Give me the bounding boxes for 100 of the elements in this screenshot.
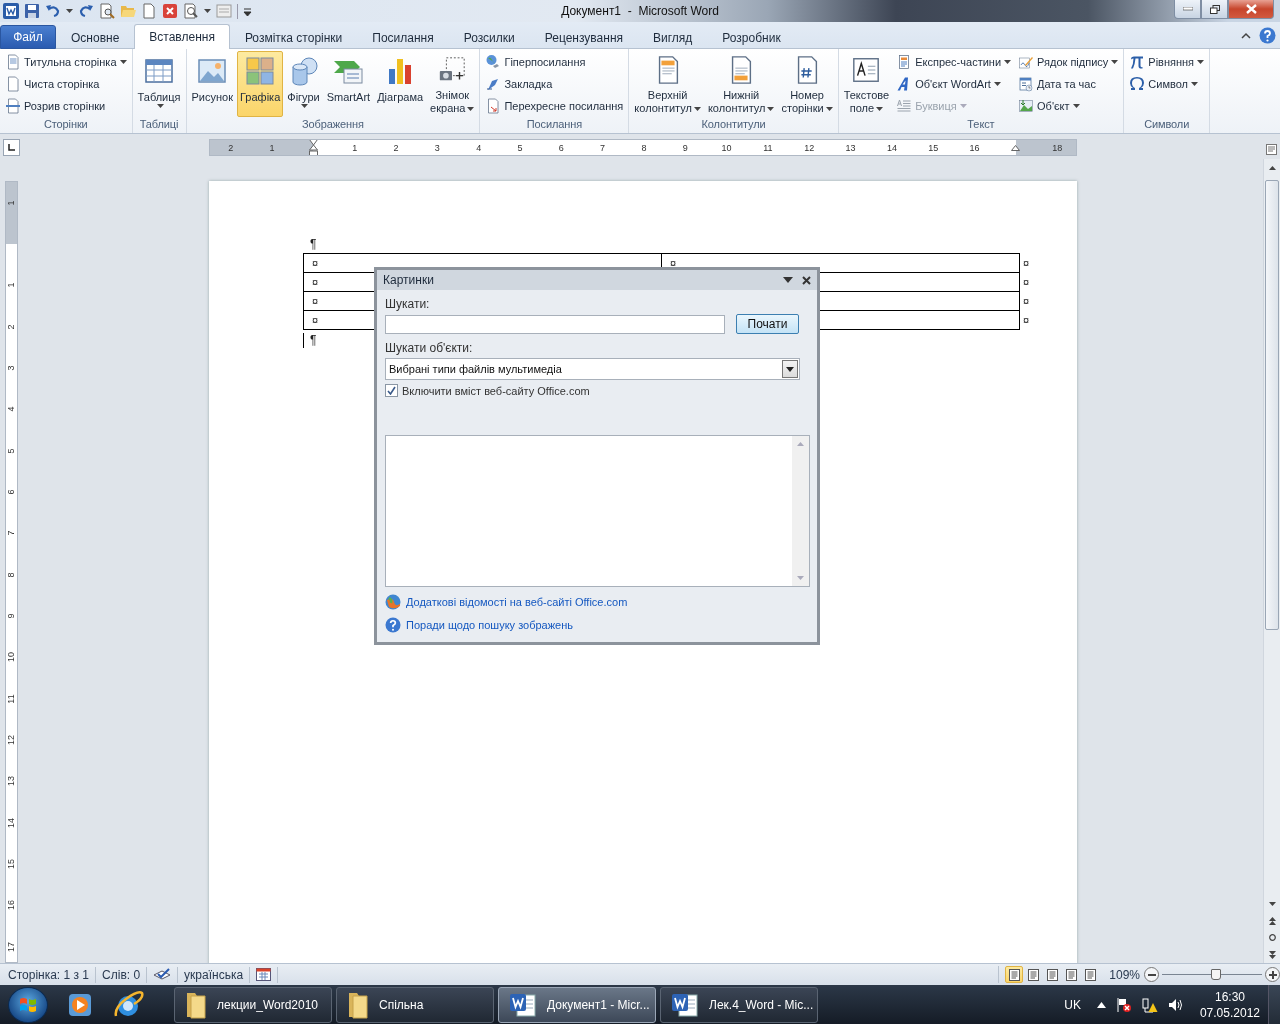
go-button[interactable]: Почати (736, 314, 799, 334)
taskbar-button[interactable]: Документ1 - Micr... (498, 987, 656, 1023)
ribbon-button[interactable]: Об'єкт (1015, 95, 1122, 117)
zoom-slider-thumb[interactable] (1211, 969, 1221, 980)
cell-mark: ¤ (312, 295, 319, 307)
minus-icon (1147, 973, 1156, 976)
ribbon-tab[interactable]: Рецензування (529, 26, 638, 49)
search-field[interactable] (385, 314, 725, 334)
spell-check-icon[interactable] (153, 967, 172, 982)
ruler-number: 11 (763, 142, 773, 153)
show-hidden-icons-button[interactable] (1096, 1002, 1106, 1008)
ribbon-button[interactable]: Рисунок (188, 51, 236, 117)
save-icon[interactable] (24, 3, 40, 19)
ribbon-button[interactable]: Чиста сторінка (2, 73, 130, 95)
paragraph-mark: ¶ (309, 236, 318, 253)
ribbon-button[interactable]: Об'єкт WordArt (893, 73, 1015, 95)
ribbon-tab[interactable]: Розсилки (448, 26, 530, 49)
zoom-out-button[interactable] (1144, 967, 1159, 982)
right-indent-marker-icon[interactable] (1011, 144, 1021, 151)
ribbon-button[interactable]: Таблиця (134, 51, 184, 117)
ribbon-tab[interactable]: Вставлення (134, 24, 230, 49)
help-link[interactable]: Додаткові відомості на веб-сайті Office.com (406, 595, 628, 608)
ribbon-button[interactable]: Гіперпосилання (482, 51, 627, 73)
print-preview-icon[interactable] (99, 3, 115, 19)
row-end-mark: ¤ (1023, 295, 1030, 307)
close-icon[interactable] (802, 275, 811, 285)
close-button[interactable] (1228, 0, 1274, 19)
checkbox[interactable] (385, 384, 398, 397)
ribbon-button[interactable]: Верхній колонтитул (631, 51, 704, 117)
customize-caret-icon[interactable] (243, 6, 252, 16)
ruler-number: 5 (517, 142, 523, 153)
ribbon-button[interactable]: Нижній колонтитул (704, 51, 778, 117)
ribbon-tab[interactable]: Вигляд (638, 26, 708, 49)
ribbon-tab[interactable]: Основне (56, 26, 135, 49)
input-language[interactable]: UK (1064, 998, 1081, 1012)
ribbon-button[interactable]: Дата та час (1015, 73, 1122, 95)
zoom-level[interactable]: 109% (1109, 967, 1140, 982)
ribbon-button[interactable]: Рядок підпису (1015, 51, 1122, 73)
ribbon-tab[interactable]: Розмітка сторінки (229, 26, 358, 49)
new-document-icon[interactable] (141, 3, 157, 19)
close-document-icon[interactable] (162, 3, 178, 19)
ribbon-button[interactable]: Закладка (482, 73, 627, 95)
ribbon-button[interactable]: Перехресне посилання (482, 95, 627, 117)
ribbon-button[interactable]: Рівняння (1126, 51, 1208, 73)
omega-icon (1129, 76, 1146, 92)
zoom-preview-icon[interactable] (183, 3, 199, 19)
ruler-number: 4 (476, 142, 482, 153)
pane-menu-icon[interactable] (783, 277, 793, 283)
ribbon-button[interactable]: Номер сторінки (778, 51, 836, 117)
scrollbar-thumb[interactable] (1265, 180, 1279, 630)
media-type-dropdown[interactable]: Вибрані типи файлів мультимедіа (385, 358, 800, 380)
help-link[interactable]: Поради щодо пошуку зображень (406, 618, 574, 631)
ribbon-button[interactable]: Символ (1126, 73, 1208, 95)
ribbon-button[interactable]: Фігури (284, 51, 323, 117)
macro-recording-icon[interactable] (256, 968, 272, 981)
ruler-number: 12 (6, 734, 16, 745)
page-count[interactable]: Сторінка: 1 з 1 (2, 966, 97, 983)
ribbon-tab[interactable]: Посилання (357, 26, 449, 49)
ribbon-button[interactable]: Текстове поле (840, 51, 893, 117)
ruler-number: 5 (6, 448, 16, 454)
language-indicator[interactable]: українська (178, 966, 251, 983)
redo-icon[interactable] (78, 3, 94, 19)
restore-button[interactable] (1201, 0, 1228, 19)
taskbar-button[interactable]: лекции_Word2010 (174, 987, 332, 1023)
word-count[interactable]: Слів: 0 (96, 966, 148, 983)
cover-page-icon (5, 54, 21, 70)
word-logo-icon[interactable] (3, 3, 19, 19)
help-icon[interactable] (1259, 26, 1276, 44)
file-tab[interactable]: Файл (0, 25, 56, 49)
ruler-number: 12 (804, 142, 815, 153)
ribbon-button[interactable]: SmartArt (323, 51, 374, 117)
volume-icon[interactable] (1167, 997, 1184, 1013)
ribbon-button[interactable]: Експрес-частини (893, 51, 1015, 73)
ruler-number: 14 (6, 817, 16, 828)
ribbon-button[interactable]: Діаграма (374, 51, 427, 117)
ribbon-button[interactable]: Знімок екрана (427, 51, 478, 117)
zoom-in-button[interactable] (1265, 967, 1280, 982)
media-player-icon[interactable] (66, 991, 94, 1019)
up-arrow-icon (1268, 165, 1276, 170)
caret-icon (993, 82, 1001, 86)
tab-selector-button[interactable] (2, 139, 20, 156)
collapse-ribbon-icon[interactable] (1241, 31, 1251, 39)
ribbon-button[interactable]: Графіка (237, 51, 284, 117)
caret-icon (767, 107, 775, 112)
ribbon-button[interactable]: Титульна сторінка (2, 51, 130, 73)
indent-marker-icon[interactable] (308, 140, 318, 155)
undo-icon[interactable] (45, 3, 61, 19)
print-layout-button[interactable] (1005, 966, 1024, 983)
view-icon (1083, 968, 1097, 981)
taskbar-button[interactable]: Лек.4_Word - Mic... (660, 987, 818, 1023)
help-icon (385, 616, 401, 633)
clock[interactable]: 16:30 07.05.2012 (1199, 989, 1260, 1021)
row-end-mark: ¤ (1023, 314, 1030, 326)
ribbon-tab[interactable]: Розробник (707, 26, 796, 49)
taskbar-button[interactable]: Спільна (336, 987, 494, 1023)
action-center-flag-icon[interactable] (1115, 997, 1132, 1013)
cell-mark: ¤ (670, 257, 677, 269)
start-button[interactable] (8, 987, 48, 1023)
network-warning-icon[interactable] (1141, 997, 1158, 1013)
ribbon-button[interactable]: Розрив сторінки (2, 95, 130, 117)
